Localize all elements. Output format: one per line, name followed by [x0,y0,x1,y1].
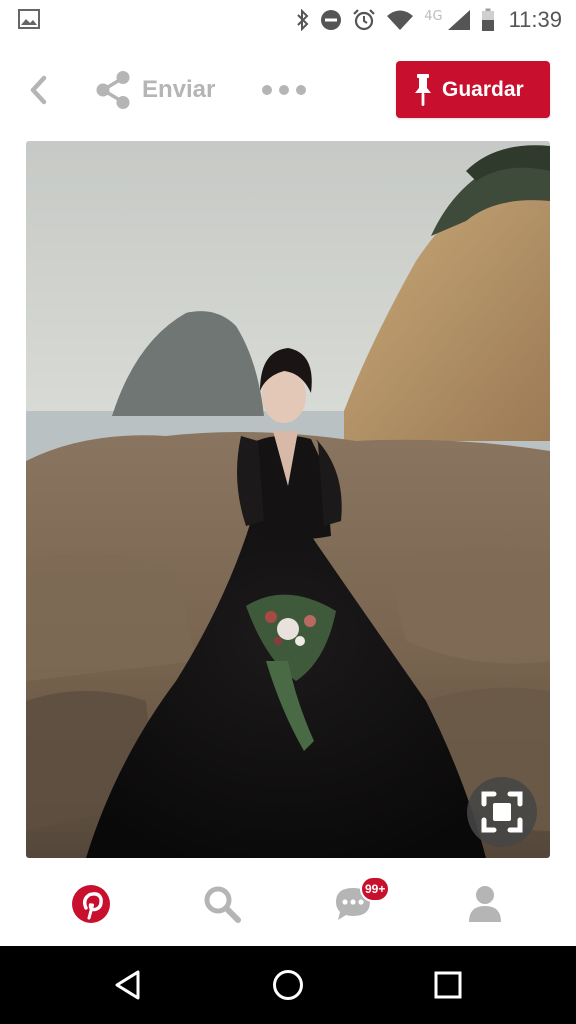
more-dots-icon[interactable] [262,80,306,100]
system-back-button[interactable] [105,962,151,1008]
gallery-icon [18,9,40,29]
battery-icon [481,8,494,31]
do-not-disturb-icon [321,10,342,30]
system-navigation-bar [0,946,576,1024]
pin-image[interactable] [26,141,550,858]
search-icon [204,886,241,923]
nav-home[interactable] [67,880,115,928]
nav-profile[interactable] [461,880,509,928]
more-dot [296,85,306,95]
user-icon [469,886,501,922]
back-button[interactable] [22,70,54,110]
back-triangle-icon [115,970,140,1000]
system-recents-button[interactable] [425,962,471,1008]
alarm-icon [353,9,375,31]
photo-bride-black-lace-gown [26,141,550,858]
pushpin-icon [415,73,431,106]
nav-search[interactable] [198,880,246,928]
status-bar: 4G 11:39 [0,0,576,40]
home-circle-icon [273,970,303,1000]
network-type-label: 4G [424,8,443,24]
bluetooth-icon [297,9,309,31]
system-home-button[interactable] [265,962,311,1008]
visual-search-icon [481,791,523,833]
more-dot [279,85,289,95]
recents-square-icon [434,971,462,999]
send-button[interactable]: Enviar [94,68,215,112]
pin-toolbar: Enviar Guardar [0,40,576,140]
save-button[interactable]: Guardar [396,61,550,118]
more-dot [262,85,272,95]
pinterest-logo-icon [72,885,110,923]
status-icons: 4G 11:39 [296,6,562,34]
wifi-icon [387,10,414,30]
messages-badge: 99+ [360,876,391,902]
save-label: Guardar [442,77,524,101]
chevron-left-icon [30,75,47,105]
signal-icon [447,10,470,30]
send-label: Enviar [142,76,216,103]
clock: 11:39 [508,7,562,32]
bottom-navigation: 99+ [0,862,576,946]
visual-search-button[interactable] [467,777,537,847]
share-icon [96,71,130,109]
